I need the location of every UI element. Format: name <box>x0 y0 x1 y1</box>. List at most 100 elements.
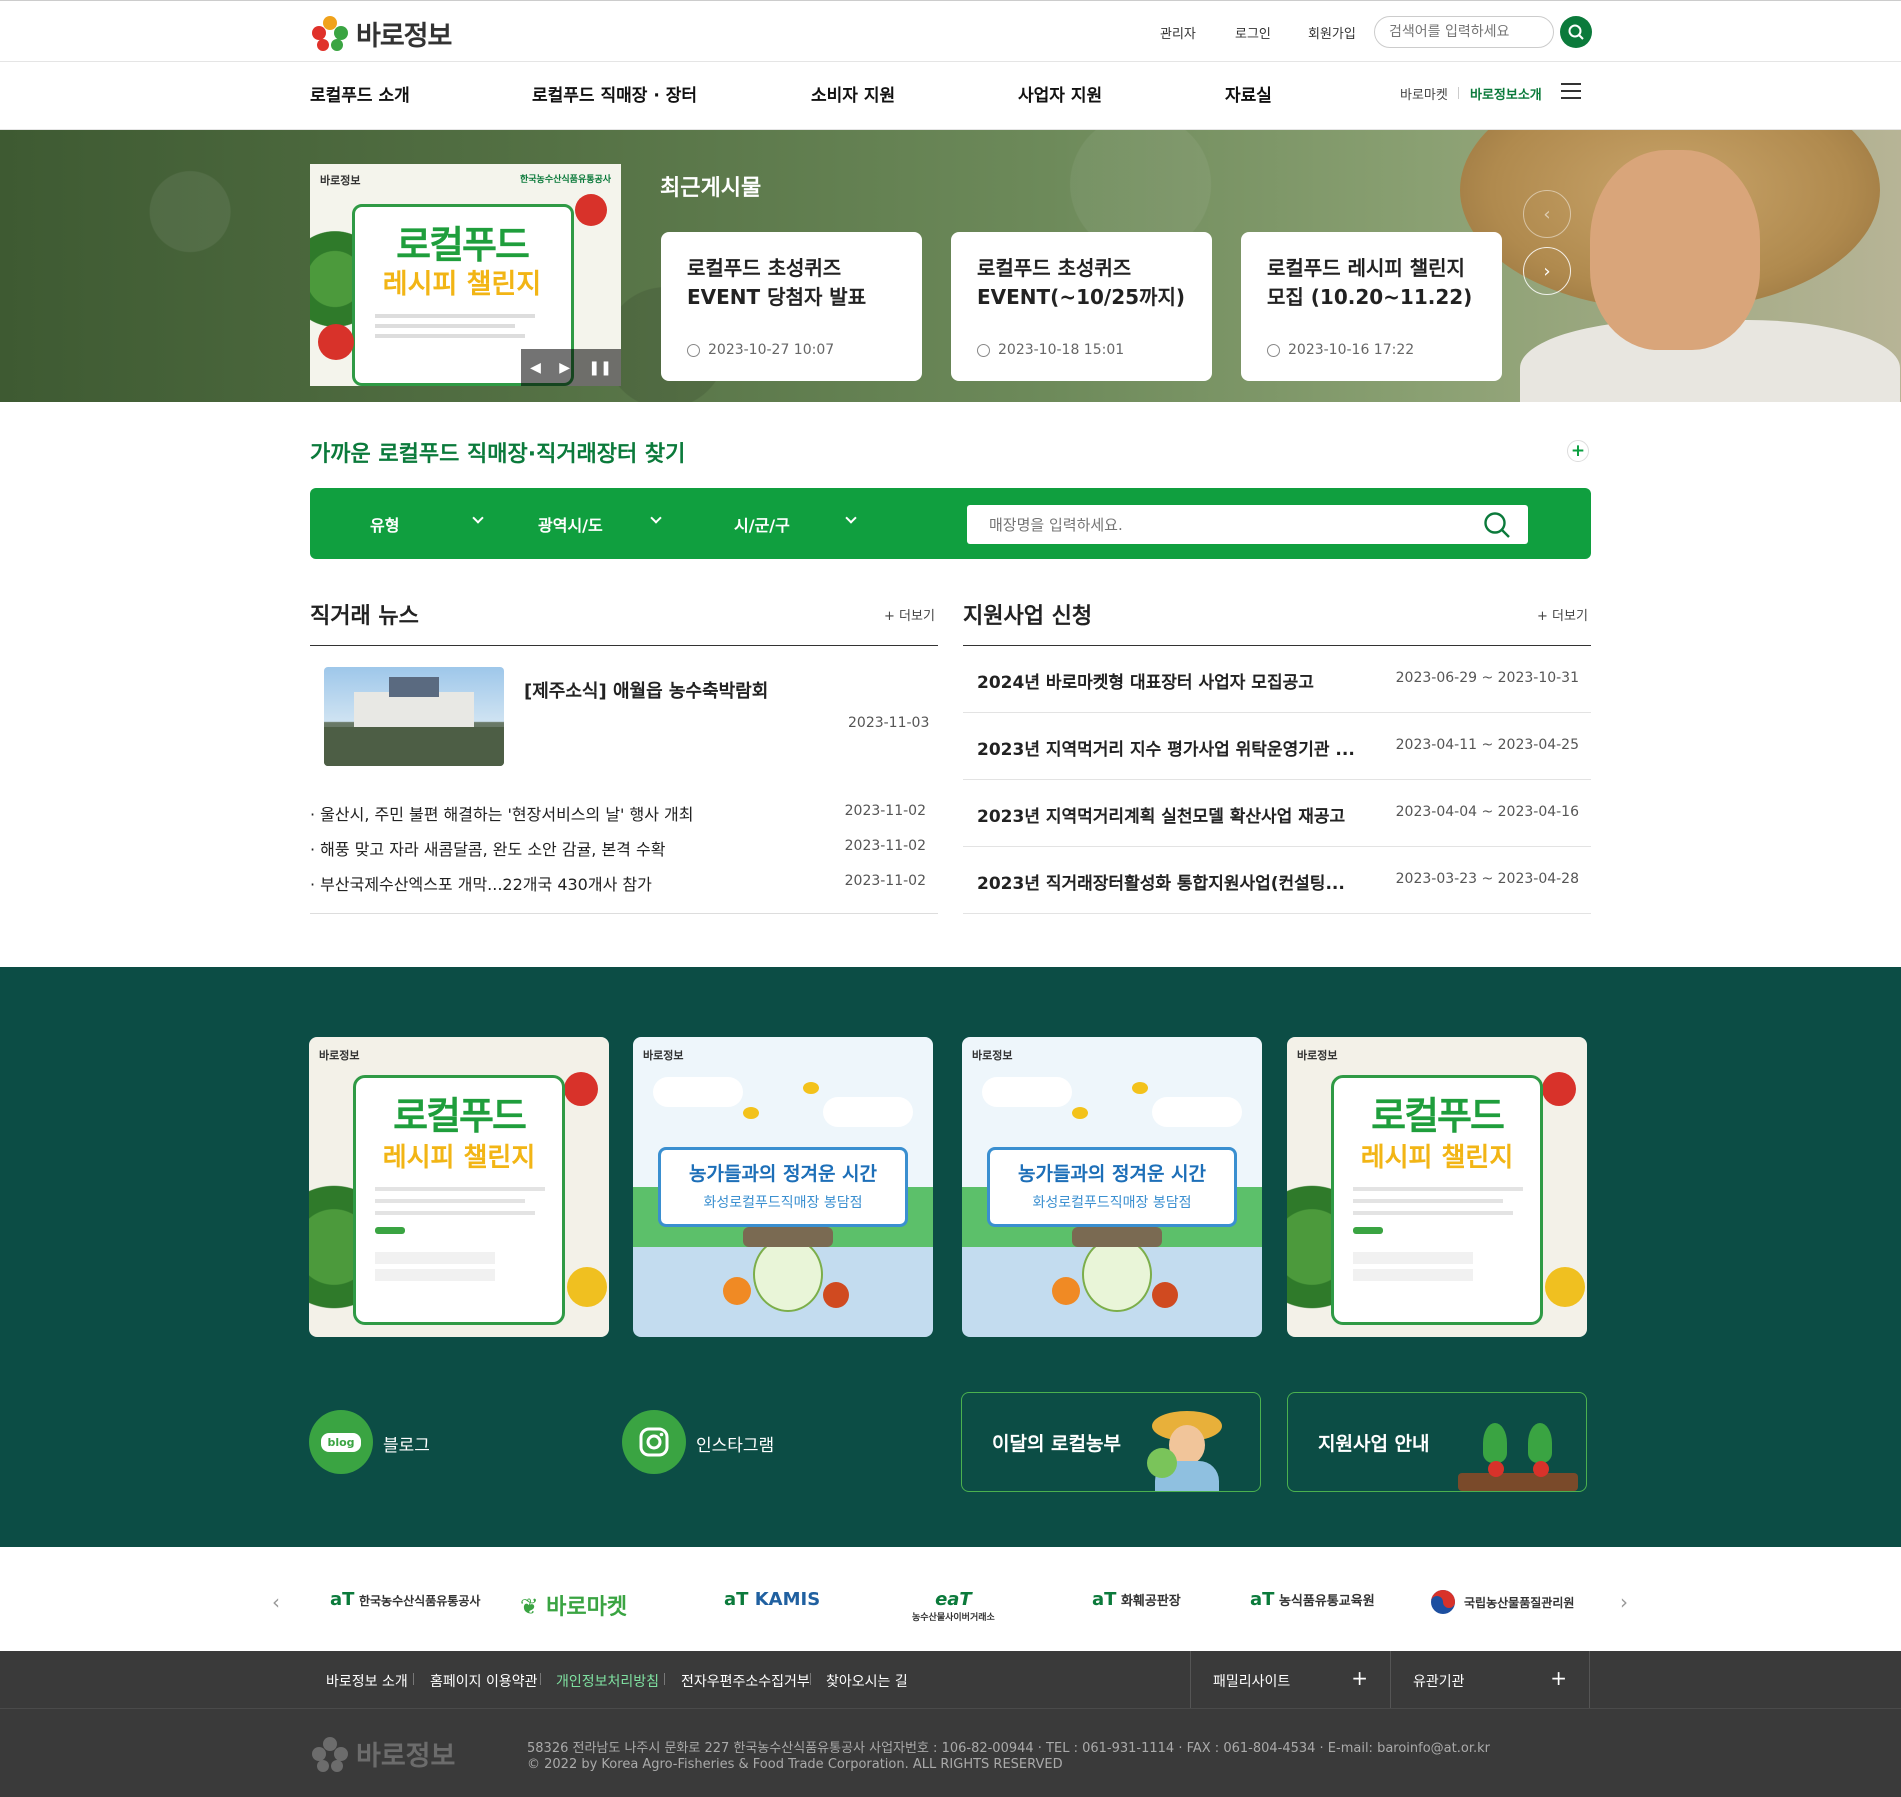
partner-logo-at[interactable]: aT 한국농수산식품유통공사 <box>330 1589 480 1610</box>
card-leaf <box>309 1157 359 1337</box>
news-thumbnail[interactable] <box>324 667 504 766</box>
site-footer: 바로정보 58326 전라남도 나주시 문화로 227 한국농수산식품유통공사 … <box>0 1708 1901 1797</box>
store-search-icon[interactable] <box>1482 510 1512 540</box>
more-label: 더보기 <box>899 609 935 624</box>
card-leaf <box>1287 1157 1337 1337</box>
next-slide-icon[interactable]: ▶ <box>559 360 570 376</box>
news-item-title: 해풍 맞고 자라 새콤달콤, 완도 소안 감귤, 본격 수확 <box>320 840 666 859</box>
partner-logo-flower[interactable]: aT 화훼공판장 <box>1092 1589 1181 1610</box>
recent-post-card[interactable]: 로컬푸드 초성퀴즈 EVENT 당첨자 발표 2023-10-27 10:07 <box>661 232 922 381</box>
blog-label[interactable]: 블로그 <box>383 1431 430 1456</box>
hero-next-button[interactable]: › <box>1523 247 1571 295</box>
family-site-label: 패밀리사이트 <box>1213 1674 1291 1690</box>
banner-card-recipe[interactable]: 바로정보 로컬푸드 레시피 챌린지 <box>1287 1037 1587 1337</box>
gnb-consumer-support[interactable]: 소비자 지원 <box>811 81 895 106</box>
store-name-input[interactable] <box>967 505 1528 544</box>
support-more-link[interactable]: + 더보기 <box>1537 605 1588 624</box>
footer-link-privacy[interactable]: 개인정보처리방침 <box>556 1671 659 1691</box>
partner-logo-edu[interactable]: aT 농식품유통교육원 <box>1250 1589 1375 1610</box>
partner-logo-kamis[interactable]: aT KAMIS <box>724 1589 820 1610</box>
post-date: 2023-10-18 15:01 <box>998 342 1125 358</box>
banner-card-recipe[interactable]: 바로정보 로컬푸드 레시피 챌린지 <box>309 1037 609 1337</box>
bee-icon <box>1072 1107 1088 1119</box>
login-link[interactable]: 로그인 <box>1235 23 1271 42</box>
signup-link[interactable]: 회원가입 <box>1308 23 1356 42</box>
footer-separator <box>810 1673 811 1685</box>
card-tomato <box>1542 1072 1576 1106</box>
province-select[interactable]: 광역시/도 <box>538 512 603 536</box>
type-select[interactable]: 유형 <box>370 512 399 536</box>
poster-text-line <box>375 324 515 328</box>
recent-post-card[interactable]: 로컬푸드 초성퀴즈 EVENT(~10/25까지) 2023-10-18 15:… <box>951 232 1212 381</box>
support-list-item[interactable]: 2024년 바로마켓형 대표장터 사업자 모집공고 2023-06-29 ~ 2… <box>963 646 1591 713</box>
baro-market-link[interactable]: 바로마켓 <box>1400 84 1448 103</box>
search-icon <box>1568 24 1584 40</box>
footer-link-about[interactable]: 바로정보 소개 <box>326 1671 408 1691</box>
instagram-label[interactable]: 인스타그램 <box>696 1431 774 1456</box>
pause-icon[interactable]: ❚❚ <box>588 360 611 376</box>
prev-slide-icon[interactable]: ◀ <box>530 360 541 376</box>
chevron-left-icon: ‹ <box>1543 203 1551 225</box>
poster-text-line <box>375 314 535 318</box>
finder-more-button[interactable]: + <box>1567 440 1589 462</box>
monthly-farmer-button[interactable]: 이달의 로컬농부 <box>961 1392 1261 1492</box>
family-site-dropdown[interactable]: 패밀리사이트 + <box>1190 1651 1390 1708</box>
featured-news-title[interactable]: [제주소식] 애월읍 농수축박람회 <box>524 677 768 703</box>
blog-button[interactable]: blog <box>309 1410 373 1474</box>
mascot-friend <box>823 1282 849 1308</box>
site-logo[interactable]: 바로정보 <box>310 13 452 53</box>
post-title: 로컬푸드 레시피 챌린지 모집 (10.20~11.22) <box>1267 256 1473 309</box>
card-headline-1: 로컬푸드 <box>393 1094 527 1138</box>
news-list-item[interactable]: · 해풍 맞고 자라 새콤달콤, 완도 소안 감귤, 본격 수확 2023-11… <box>310 836 926 860</box>
partner-logo-baromarket[interactable]: ❦ 바로마켓 <box>520 1589 627 1621</box>
logo-text: 바로정보 <box>356 20 452 52</box>
gnb-local-food-intro[interactable]: 로컬푸드 소개 <box>310 81 410 106</box>
card-text-line <box>1353 1187 1523 1191</box>
footer-link-email-refusal[interactable]: 전자우편주소수집거부 <box>681 1671 810 1691</box>
news-item-title: 울산시, 주민 불편 해결하는 '현장서비스의 날' 행사 개최 <box>320 805 694 824</box>
partner-name: 농식품유통교육원 <box>1278 1594 1375 1609</box>
instagram-button[interactable] <box>622 1410 686 1474</box>
news-more-link[interactable]: + 더보기 <box>884 605 935 624</box>
card-brand: 바로정보 <box>1297 1049 1338 1062</box>
news-list-item[interactable]: · 울산시, 주민 불편 해결하는 '현장서비스의 날' 행사 개최 2023-… <box>310 801 926 825</box>
news-list-item[interactable]: · 부산국제수산엑스포 개막...22개국 430개사 참가 2023-11-0… <box>310 871 926 895</box>
city-select[interactable]: 시/군/구 <box>734 512 790 536</box>
gnb-archive[interactable]: 자료실 <box>1225 81 1272 106</box>
chevron-down-icon <box>472 512 484 524</box>
plus-icon: + <box>884 609 900 624</box>
menu-icon[interactable] <box>1561 83 1581 99</box>
hero-prev-button[interactable]: ‹ <box>1523 190 1571 238</box>
card-headline-2: 레시피 챌린지 <box>382 1143 536 1173</box>
baro-info-intro-link[interactable]: 바로정보소개 <box>1470 84 1542 103</box>
radish-leaf-illustration <box>1483 1423 1507 1463</box>
footer-link-directions[interactable]: 찾아오시는 길 <box>826 1671 908 1691</box>
gnb-direct-market[interactable]: 로컬푸드 직매장 · 장터 <box>532 81 697 106</box>
search-button[interactable] <box>1560 16 1592 48</box>
partner-next-button[interactable]: › <box>1620 1590 1628 1614</box>
chevron-right-icon: › <box>1620 1590 1628 1614</box>
footer-link-terms[interactable]: 홈페이지 이용약관 <box>430 1671 538 1691</box>
cloud-shape <box>1152 1097 1242 1127</box>
card-text-line <box>375 1211 535 1215</box>
recent-post-card[interactable]: 로컬푸드 레시피 챌린지 모집 (10.20~11.22) 2023-10-16… <box>1241 232 1502 381</box>
gnb-business-support[interactable]: 사업자 지원 <box>1018 81 1102 106</box>
related-org-dropdown[interactable]: 유관기관 + <box>1390 1651 1590 1708</box>
chevron-down-icon <box>650 512 662 524</box>
partner-logo-eat[interactable]: eaT 농수산물사이버거래소 <box>912 1589 995 1623</box>
search-input[interactable] <box>1374 16 1554 48</box>
support-list-item[interactable]: 2023년 지역먹거리 지수 평가사업 위탁운영기관 ... 2023-04-1… <box>963 713 1591 780</box>
radish-illustration <box>1488 1461 1504 1477</box>
logo-icon <box>312 16 348 51</box>
banner-card-farm[interactable]: 바로정보 농가들과의 정겨운 시간 화성로컬푸드직매장 봉담점 <box>633 1037 933 1337</box>
recent-posts-title: 최근게시물 <box>660 176 762 201</box>
card-brand: 바로정보 <box>972 1049 1013 1062</box>
banner-card-farm[interactable]: 바로정보 농가들과의 정겨운 시간 화성로컬푸드직매장 봉담점 <box>962 1037 1262 1337</box>
partner-prev-button[interactable]: ‹ <box>272 1590 280 1614</box>
support-list-item[interactable]: 2023년 지역먹거리계획 실천모델 확산사업 재공고 2023-04-04 ~… <box>963 780 1591 847</box>
poster-org: 한국농수산식품유통공사 <box>520 175 612 185</box>
partner-logo-naqs[interactable]: 국립농산물품질관리원 <box>1430 1589 1574 1615</box>
support-list-item[interactable]: 2023년 직거래장터활성화 통합지원사업(컨설팅... 2023-03-23 … <box>963 847 1591 914</box>
support-guide-button[interactable]: 지원사업 안내 <box>1287 1392 1587 1492</box>
admin-link[interactable]: 관리자 <box>1160 23 1196 42</box>
